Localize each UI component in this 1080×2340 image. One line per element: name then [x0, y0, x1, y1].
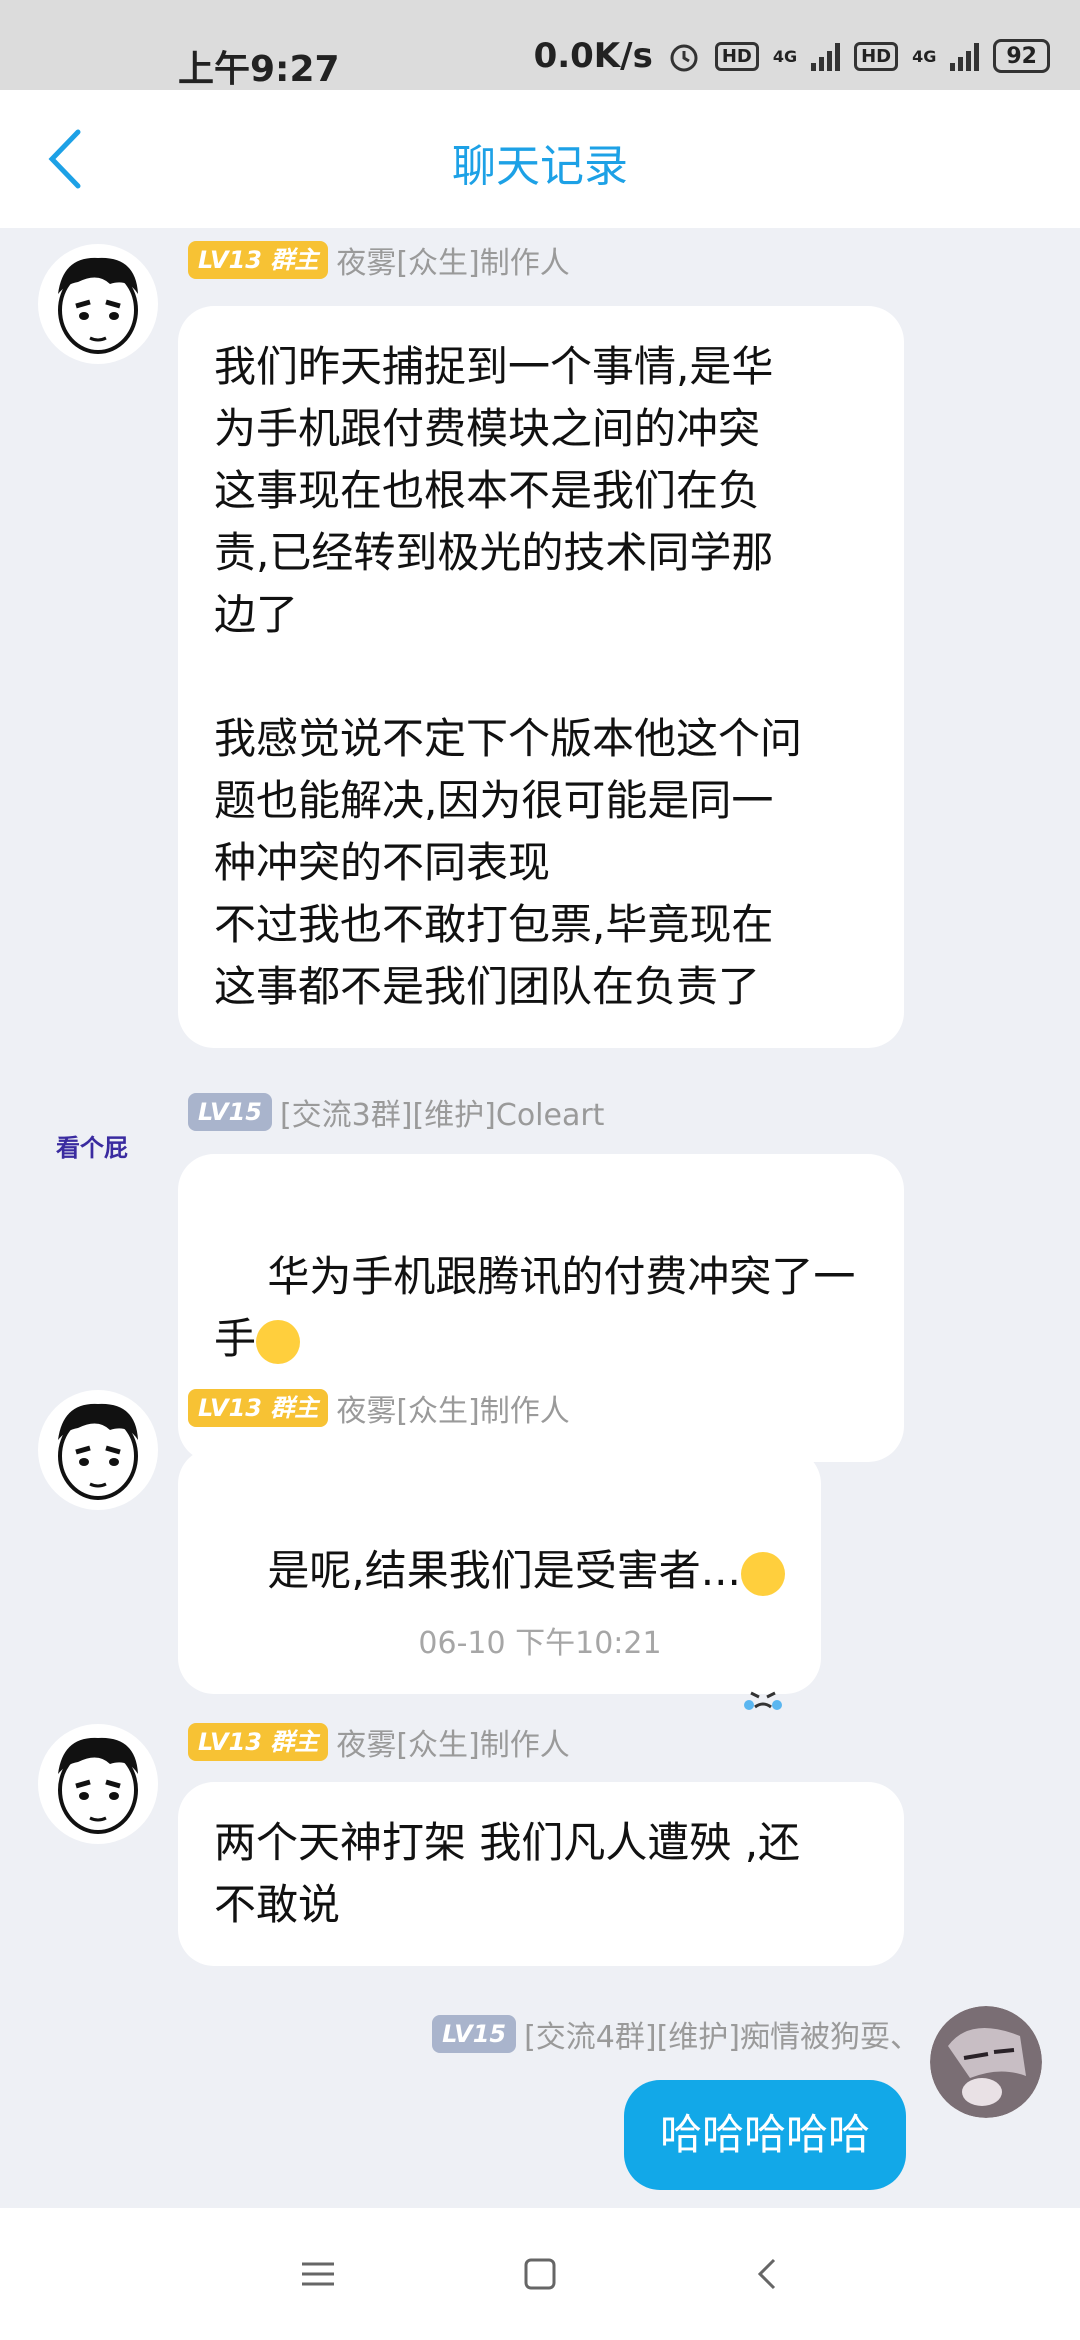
crying-emoji-icon: [740, 1551, 785, 1710]
sender-name: 夜雾[众生]制作人: [336, 1394, 570, 1429]
signal-icon-1: [811, 41, 841, 71]
level-badge: LV13 群主: [188, 1723, 329, 1761]
sender-meta: LV15 [交流4群][维护]痴情被狗耍、: [432, 2012, 920, 2056]
menu-button[interactable]: [298, 2254, 338, 2294]
net-label-1: 4G: [772, 46, 798, 66]
status-indicators: 0.0K/s HD 4G HD 4G 92: [534, 36, 1050, 76]
home-button[interactable]: [520, 2254, 560, 2294]
avatar[interactable]: [38, 244, 158, 364]
sender-meta: LV13 群主 夜雾[众生]制作人: [188, 238, 570, 282]
timestamp: 06-10 下午10:21: [418, 1626, 662, 1661]
system-navigation-bar: [0, 2208, 1080, 2340]
level-badge: LV13 群主: [188, 1389, 329, 1427]
message-bubble[interactable]: 我们昨天捕捉到一个事情,是华 为手机跟付费模块之间的冲突 这事现在也根本不是我们…: [178, 306, 904, 1048]
sender-meta: LV15 [交流3群][维护]Coleart: [188, 1090, 604, 1134]
sender-meta: LV13 群主 夜雾[众生]制作人: [188, 1386, 570, 1430]
menu-icon: [302, 2262, 334, 2286]
sender-name: [交流3群][维护]Coleart: [279, 1098, 605, 1133]
battery-level: 92: [1006, 43, 1037, 69]
cartoon-face-icon: [40, 1726, 156, 1842]
hd-badge-1: HD: [714, 41, 759, 71]
hd-badge-2: HD: [854, 41, 899, 71]
cartoon-face-icon: [40, 246, 156, 362]
alarm-icon: [670, 44, 698, 72]
battery-icon: 92: [993, 39, 1050, 73]
square-home-icon: [524, 2258, 556, 2290]
smirk-emoji-icon: [256, 1319, 301, 1477]
signal-icon-2: [950, 41, 980, 71]
avatar[interactable]: [38, 1724, 158, 1844]
avatar[interactable]: [38, 1390, 158, 1510]
sender-name: 夜雾[众生]制作人: [336, 1728, 570, 1763]
net-label-2: 4G: [912, 46, 937, 66]
sender-name: 夜雾[众生]制作人: [336, 246, 570, 281]
back-arrow-icon: [757, 2258, 776, 2290]
status-time: 上午9:27: [178, 49, 340, 90]
message-bubble[interactable]: 两个天神打架 我们凡人遭殃 ,还 不敢说: [178, 1782, 904, 1966]
level-badge: LV15: [188, 1093, 272, 1131]
sender-name: [交流4群][维护]痴情被狗耍、: [524, 2020, 920, 2055]
page-title: 聊天记录: [452, 141, 628, 192]
network-speed: 0.0K/s: [533, 36, 653, 76]
header-bar: 聊天记录: [0, 90, 1080, 228]
sender-meta: LV13 群主 夜雾[众生]制作人: [188, 1720, 570, 1764]
level-badge: LV15: [432, 2015, 517, 2053]
nav-back-button[interactable]: [748, 2254, 788, 2294]
my-message-bubble[interactable]: 哈哈哈哈哈: [623, 2080, 906, 2190]
cartoon-face-icon: [40, 1392, 156, 1508]
my-avatar[interactable]: [930, 2006, 1042, 2118]
avatar-text: 看个屁: [56, 1134, 128, 1162]
level-badge: LV13 群主: [188, 241, 329, 279]
anime-girl-avatar-icon: [930, 2006, 1042, 2118]
chat-history[interactable]: LV13 群主 夜雾[众生]制作人 我们昨天捕捉到一个事情,是华 为手机跟付费模…: [0, 228, 1080, 2208]
avatar[interactable]: 看个屁: [56, 1128, 128, 1163]
status-bar: 上午9:27 0.0K/s HD 4G HD 4G 92: [0, 0, 1080, 90]
